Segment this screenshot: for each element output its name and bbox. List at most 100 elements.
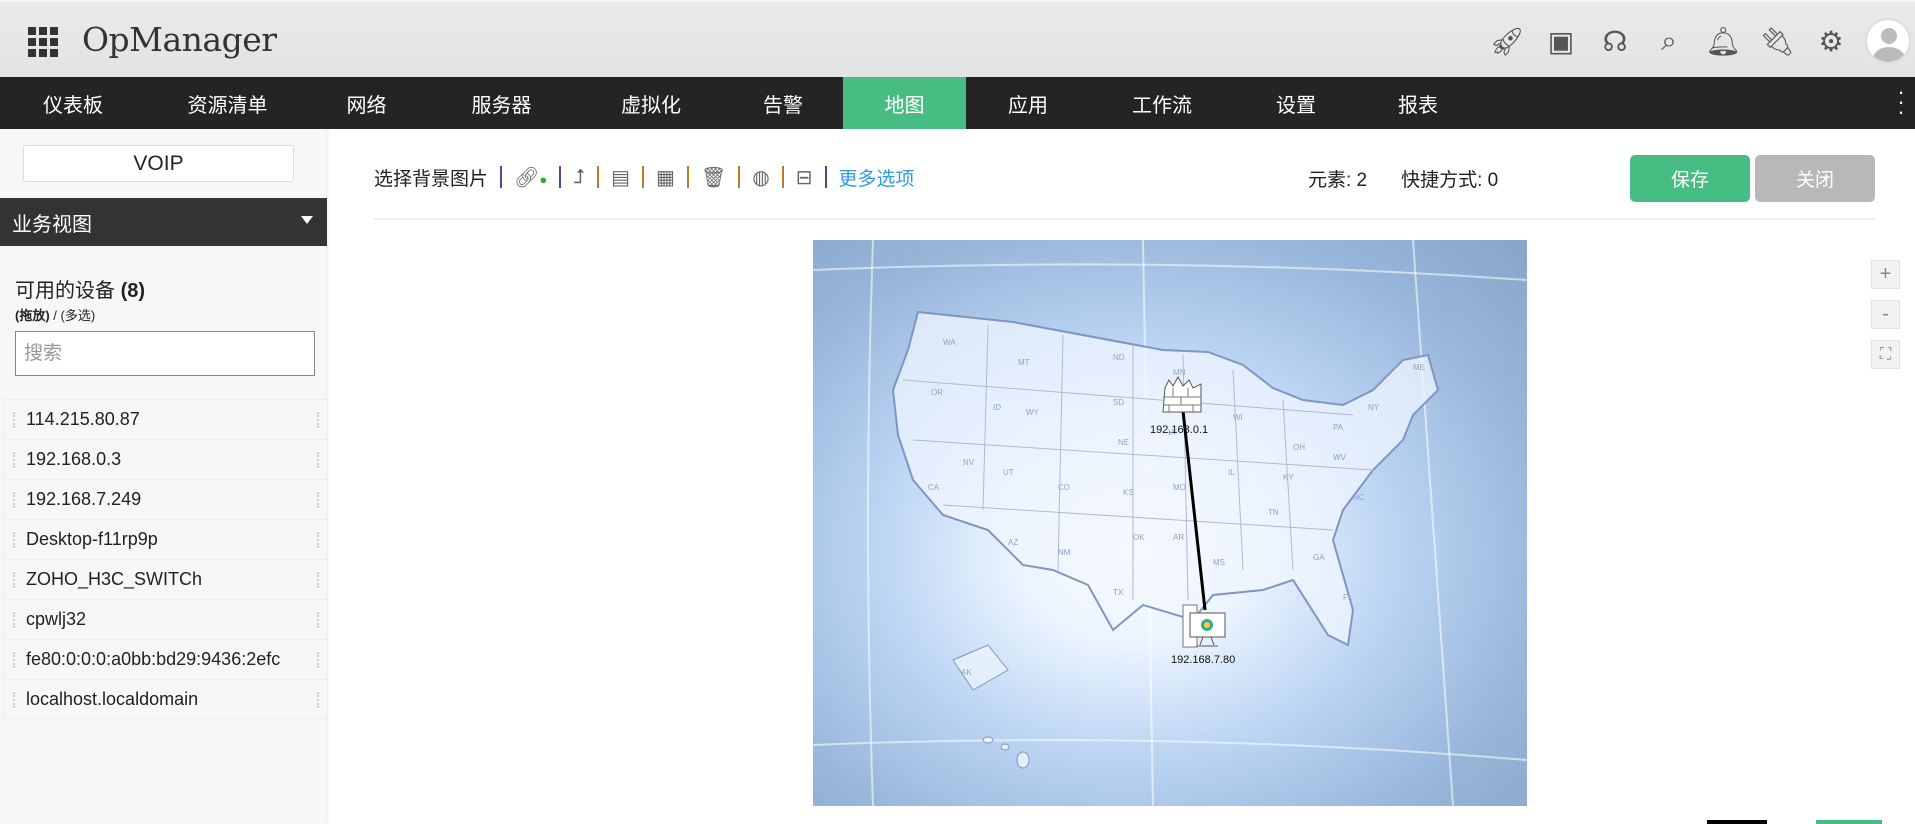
svg-text:OR: OR	[931, 388, 943, 397]
map-toolbar: 选择背景图片 🔗︎● ⮥ ▤ ▦ 🗑︎ ◍ ⊟ 更多选项	[374, 164, 915, 191]
device-name: 114.215.80.87	[26, 409, 140, 429]
desktop-icon	[1182, 604, 1226, 648]
search-icon[interactable]: ⌕	[1649, 21, 1689, 61]
device-name: Desktop-f11rp9p	[26, 529, 158, 549]
view-select[interactable]: 业务视图	[0, 198, 327, 246]
trash-icon[interactable]: 🗑︎	[701, 165, 726, 190]
list-item[interactable]: 192.168.0.3	[3, 439, 328, 479]
svg-text:SD: SD	[1113, 398, 1124, 407]
svg-text:WI: WI	[1233, 413, 1243, 422]
headset-icon[interactable]: ☊	[1595, 21, 1635, 61]
list-item[interactable]: fe80:0:0:0:a0bb:bd29:9436:2efc	[3, 639, 328, 679]
nav-dashboard[interactable]: 仪表板	[0, 77, 146, 129]
node-label-desktop[interactable]: 192.168.7.80	[1171, 654, 1235, 666]
list-item[interactable]: ZOHO_H3C_SWITCh	[3, 559, 328, 599]
bell-icon[interactable]: 🔔︎	[1703, 21, 1743, 61]
apps-grid-icon[interactable]	[28, 27, 58, 57]
hint-text: (拖放) / (多选)	[15, 305, 95, 324]
gear-icon[interactable]: ⚙	[1811, 21, 1851, 61]
svg-text:KY: KY	[1283, 473, 1294, 482]
multiselect-hint: (多选)	[60, 308, 96, 323]
list-item[interactable]: 192.168.7.249	[3, 479, 328, 519]
save-button[interactable]: 保存	[1630, 155, 1750, 202]
svg-text:NC: NC	[1353, 493, 1365, 502]
svg-text:OH: OH	[1293, 443, 1305, 452]
nav-workflow[interactable]: 工作流	[1090, 77, 1234, 129]
nav-virtualization[interactable]: 虚拟化	[579, 77, 723, 129]
properties-icon[interactable]: ▤	[611, 165, 630, 190]
device-name: localhost.localdomain	[26, 688, 199, 709]
nav-maps[interactable]: 地图	[843, 77, 966, 129]
svg-text:WA: WA	[943, 338, 956, 347]
node-label-firewall[interactable]: 192.168.0.1	[1150, 424, 1208, 436]
svg-text:MT: MT	[1018, 358, 1030, 367]
grid-icon[interactable]: ▦	[656, 165, 675, 190]
device-search-input[interactable]	[15, 331, 315, 376]
more-menu-icon[interactable]: · · ·	[1897, 81, 1905, 123]
view-select-label: 业务视图	[12, 214, 92, 236]
layout-select-icon[interactable]: ⊟	[796, 165, 813, 190]
device-name: fe80:0:0:0:a0bb:bd29:9436:2efc	[26, 649, 281, 669]
list-item[interactable]: 114.215.80.87	[3, 399, 328, 439]
close-button[interactable]: 关闭	[1755, 155, 1875, 202]
list-item[interactable]: cpwlj32	[3, 599, 328, 639]
svg-text:AK: AK	[961, 668, 972, 677]
svg-text:CA: CA	[928, 483, 940, 492]
available-devices-title: 可用的设备 (8)	[15, 274, 145, 303]
us-map-background: WAORCAMTIDNVWYUTAZCONMNDSDNEKSOKTXMNIAMO…	[813, 240, 1527, 806]
svg-text:UT: UT	[1003, 468, 1014, 477]
scroll-indicator	[1707, 820, 1767, 824]
zoom-in-button[interactable]: +	[1871, 260, 1900, 289]
presentation-icon[interactable]: ▣	[1541, 21, 1581, 61]
list-item[interactable]: Desktop-f11rp9p	[3, 519, 328, 559]
nav-alarms[interactable]: 告警	[723, 77, 843, 129]
plug-icon[interactable]: 🔌︎	[1757, 21, 1797, 61]
nav-inventory[interactable]: 资源清单	[146, 77, 309, 129]
svg-text:KS: KS	[1123, 488, 1134, 497]
globe-icon[interactable]: ◍	[752, 165, 769, 190]
elements-count: 元素: 2	[1308, 170, 1368, 191]
nav-network[interactable]: 网络	[309, 77, 424, 129]
drag-hint: (拖放)	[15, 308, 50, 323]
nav-settings[interactable]: 设置	[1234, 77, 1358, 129]
main-nav: 仪表板 资源清单 网络 服务器 虚拟化 告警 地图 应用 工作流 设置 报表 ·…	[0, 77, 1915, 129]
select-background-link[interactable]: 选择背景图片	[374, 164, 488, 191]
svg-text:GA: GA	[1313, 553, 1325, 562]
list-item[interactable]: localhost.localdomain	[3, 679, 328, 719]
more-options-link[interactable]: 更多选项	[839, 164, 915, 191]
nav-servers[interactable]: 服务器	[424, 77, 579, 129]
caret-down-icon	[301, 216, 313, 230]
nav-reports[interactable]: 报表	[1358, 77, 1478, 129]
fullscreen-icon[interactable]: ⛶	[1871, 340, 1900, 369]
available-count: (8)	[120, 280, 146, 302]
svg-text:ND: ND	[1113, 353, 1125, 362]
svg-text:MS: MS	[1213, 558, 1225, 567]
svg-text:ME: ME	[1413, 363, 1425, 372]
arrow-up-icon[interactable]: ⮥	[573, 166, 585, 189]
zoom-out-button[interactable]: -	[1871, 300, 1900, 329]
map-name-button[interactable]: VOIP	[23, 145, 294, 182]
device-name: cpwlj32	[26, 609, 87, 629]
map-stats: 元素: 2 快捷方式: 0	[1308, 165, 1498, 192]
add-link-icon[interactable]: 🔗︎●	[514, 165, 547, 190]
scroll-indicator-active	[1816, 820, 1882, 824]
top-header: OpManager 🚀︎ ▣ ☊ ⌕ 🔔︎ 🔌︎ ⚙	[0, 0, 1915, 77]
svg-text:OK: OK	[1133, 533, 1145, 542]
app-logo[interactable]: OpManager	[82, 20, 277, 59]
svg-text:ID: ID	[993, 403, 1001, 412]
svg-text:AR: AR	[1173, 533, 1184, 542]
svg-text:MN: MN	[1173, 368, 1186, 377]
svg-text:WV: WV	[1333, 453, 1347, 462]
svg-text:NY: NY	[1368, 403, 1380, 412]
svg-text:IL: IL	[1228, 468, 1235, 477]
map-canvas[interactable]: WA OR CA MT ID NV WY UT AZ CO NM ND SD NE KS OK TX MN IA MO…	[813, 240, 1527, 806]
hint-separator: /	[49, 308, 61, 323]
svg-text:TX: TX	[1113, 588, 1124, 597]
shortcuts-count: 快捷方式: 0	[1401, 170, 1499, 191]
available-title-text: 可用的设备	[15, 280, 115, 302]
rocket-icon[interactable]: 🚀︎	[1487, 21, 1527, 61]
nav-apps[interactable]: 应用	[966, 77, 1090, 129]
avatar[interactable]	[1865, 18, 1911, 64]
device-list: 114.215.80.87 192.168.0.3 192.168.7.249 …	[3, 399, 328, 719]
svg-text:TN: TN	[1268, 508, 1279, 517]
